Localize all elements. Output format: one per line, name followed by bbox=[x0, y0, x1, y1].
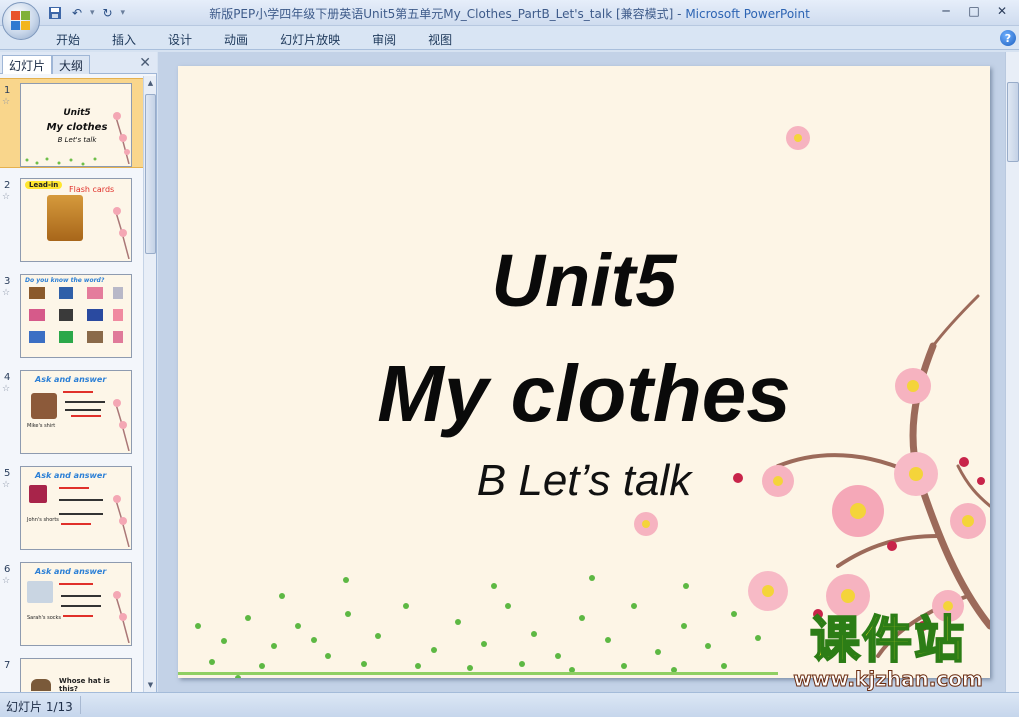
maximize-icon[interactable]: □ bbox=[961, 2, 987, 20]
thumbnail-line: Flash cards bbox=[69, 185, 115, 194]
tab-review[interactable]: 审阅 bbox=[362, 31, 406, 48]
tab-home[interactable]: 开始 bbox=[46, 31, 90, 48]
slide-counter: 幻灯片 1/13 bbox=[6, 700, 73, 714]
slide-thumbnail[interactable]: Ask and answer Sarah's socks bbox=[20, 562, 132, 646]
panel-scrollbar[interactable]: ▲ ▼ bbox=[143, 76, 156, 692]
editor-scroll-thumb[interactable] bbox=[1007, 82, 1019, 162]
tab-design[interactable]: 设计 bbox=[158, 31, 202, 48]
close-icon[interactable]: ✕ bbox=[989, 2, 1015, 20]
shirt-image bbox=[31, 393, 57, 419]
slide-subtitle[interactable]: B Let’s talk bbox=[178, 456, 990, 506]
status-divider bbox=[80, 696, 81, 714]
animation-star-icon: ☆ bbox=[2, 384, 11, 394]
thumbnail-number: 6 bbox=[4, 564, 11, 575]
shorts-image bbox=[29, 485, 47, 503]
animation-star-icon: ☆ bbox=[2, 192, 11, 202]
thumbnail-number: 1 bbox=[4, 85, 11, 96]
title-bar: ↶ ▾ ↻ ▾ 新版PEP小学四年级下册英语Unit5第五单元My_Clothe… bbox=[0, 0, 1019, 26]
jacket-image bbox=[47, 195, 83, 241]
thumbnail-line: Ask and answer bbox=[35, 471, 107, 480]
scroll-up-icon[interactable]: ▲ bbox=[144, 76, 157, 90]
grass-icon bbox=[25, 157, 97, 166]
slide-thumbnail[interactable]: Ask and answer Mike's shirt bbox=[20, 370, 132, 454]
slide-canvas[interactable]: Unit5 My clothes B Let’s talk bbox=[178, 66, 990, 678]
thumbnail-line: Mike's shirt bbox=[27, 423, 56, 429]
blossom-icon bbox=[113, 495, 130, 547]
app-name: Microsoft PowerPoint bbox=[685, 7, 810, 21]
panel-close-icon[interactable]: ✕ bbox=[139, 55, 151, 71]
status-bar: 幻灯片 1/13 bbox=[0, 692, 1019, 717]
window-title: 新版PEP小学四年级下册英语Unit5第五单元My_Clothes_PartB_… bbox=[209, 7, 810, 21]
scroll-down-icon[interactable]: ▼ bbox=[144, 678, 157, 692]
ribbon: 开始 插入 设计 动画 幻灯片放映 审阅 视图 ? bbox=[0, 26, 1019, 50]
animation-star-icon: ☆ bbox=[2, 97, 11, 107]
socks-image bbox=[27, 581, 53, 603]
slide-title-unit[interactable]: Unit5 bbox=[178, 238, 990, 323]
tab-slideshow[interactable]: 幻灯片放映 bbox=[270, 31, 350, 48]
tab-outline[interactable]: 大纲 bbox=[52, 55, 91, 74]
hat-image bbox=[31, 679, 51, 691]
editor-scrollbar[interactable] bbox=[1005, 52, 1019, 692]
animation-star-icon: ☆ bbox=[2, 288, 11, 298]
text-lines-image bbox=[59, 583, 101, 617]
thumbnail-number: 3 bbox=[4, 276, 11, 287]
office-button[interactable] bbox=[2, 2, 40, 40]
tab-animations[interactable]: 动画 bbox=[214, 31, 258, 48]
text-lines-image bbox=[59, 487, 103, 525]
thumbnail-line: John's shorts bbox=[27, 517, 59, 523]
tab-insert[interactable]: 插入 bbox=[102, 31, 146, 48]
slide-thumbnail[interactable]: Lead-in Flash cards bbox=[20, 178, 132, 262]
text-lines-image bbox=[63, 391, 105, 417]
thumbnail-list: 1 ☆ Unit5 My clothes B Let's talk 2 ☆ Le… bbox=[0, 76, 143, 692]
thumbnail-line: Lead-in bbox=[25, 181, 63, 189]
thumbnail-number: 5 bbox=[4, 468, 11, 479]
thumbnail-row-7[interactable]: 7 Whose hat is this? bbox=[0, 654, 143, 692]
thumbnail-row-2[interactable]: 2 ☆ Lead-in Flash cards bbox=[0, 174, 143, 264]
help-icon[interactable]: ? bbox=[1000, 30, 1016, 46]
slide-thumbnail[interactable]: Ask and answer John's shorts bbox=[20, 466, 132, 550]
blossom-icon bbox=[113, 207, 130, 259]
thumbnail-number: 2 bbox=[4, 180, 11, 191]
slide-title-main[interactable]: My clothes bbox=[178, 348, 990, 440]
office-logo-icon bbox=[11, 11, 31, 31]
animation-star-icon: ☆ bbox=[2, 480, 11, 490]
slides-panel: 幻灯片 大纲 ✕ 1 ☆ Unit5 My clothes B Let's ta… bbox=[0, 52, 157, 692]
document-title: 新版PEP小学四年级下册英语Unit5第五单元My_Clothes_PartB_… bbox=[209, 7, 674, 21]
thumbnail-line: Ask and answer bbox=[35, 567, 107, 576]
watermark-url: www.kjzhan.com bbox=[793, 667, 984, 691]
panel-tabs: 幻灯片 大纲 ✕ bbox=[0, 52, 157, 74]
thumbnail-row-6[interactable]: 6 ☆ Ask and answer Sarah's socks bbox=[0, 558, 143, 648]
thumbnail-line: Sarah's socks bbox=[27, 615, 62, 621]
slide-editor: Unit5 My clothes B Let’s talk bbox=[158, 52, 1005, 692]
animation-star-icon: ☆ bbox=[2, 576, 11, 586]
slide-thumbnail[interactable]: Unit5 My clothes B Let's talk bbox=[20, 83, 132, 167]
tab-view[interactable]: 视图 bbox=[418, 31, 462, 48]
thumbnail-row-3[interactable]: 3 ☆ Do you know the word? bbox=[0, 270, 143, 360]
thumbnail-line: Ask and answer bbox=[35, 375, 107, 384]
panel-scroll-thumb[interactable] bbox=[145, 94, 156, 254]
window-controls: ─ □ ✕ bbox=[933, 2, 1015, 20]
ribbon-tabs: 开始 插入 设计 动画 幻灯片放映 审阅 视图 bbox=[46, 31, 474, 48]
watermark-text: 课件站 bbox=[809, 611, 966, 669]
thumbnail-row-1[interactable]: 1 ☆ Unit5 My clothes B Let's talk bbox=[0, 78, 143, 168]
slide-thumbnail[interactable]: Do you know the word? bbox=[20, 274, 132, 358]
watermark-logo: 课件站 www.kjzhan.com bbox=[770, 611, 1006, 692]
slide-thumbnail[interactable]: Whose hat is this? bbox=[20, 658, 132, 692]
tab-slides[interactable]: 幻灯片 bbox=[2, 55, 53, 74]
thumbnail-row-4[interactable]: 4 ☆ Ask and answer Mike's shirt bbox=[0, 366, 143, 456]
thumbnail-number: 7 bbox=[4, 660, 11, 671]
blossom-icon bbox=[113, 399, 130, 451]
thumbnail-line: Whose hat is this? bbox=[59, 677, 110, 692]
thumbnail-line: Do you know the word? bbox=[25, 277, 105, 284]
thumbnail-number: 4 bbox=[4, 372, 11, 383]
blossom-icon bbox=[113, 591, 130, 643]
thumbnail-row-5[interactable]: 5 ☆ Ask and answer John's shorts bbox=[0, 462, 143, 552]
minimize-icon[interactable]: ─ bbox=[933, 2, 959, 20]
clothes-grid-image bbox=[29, 287, 123, 343]
